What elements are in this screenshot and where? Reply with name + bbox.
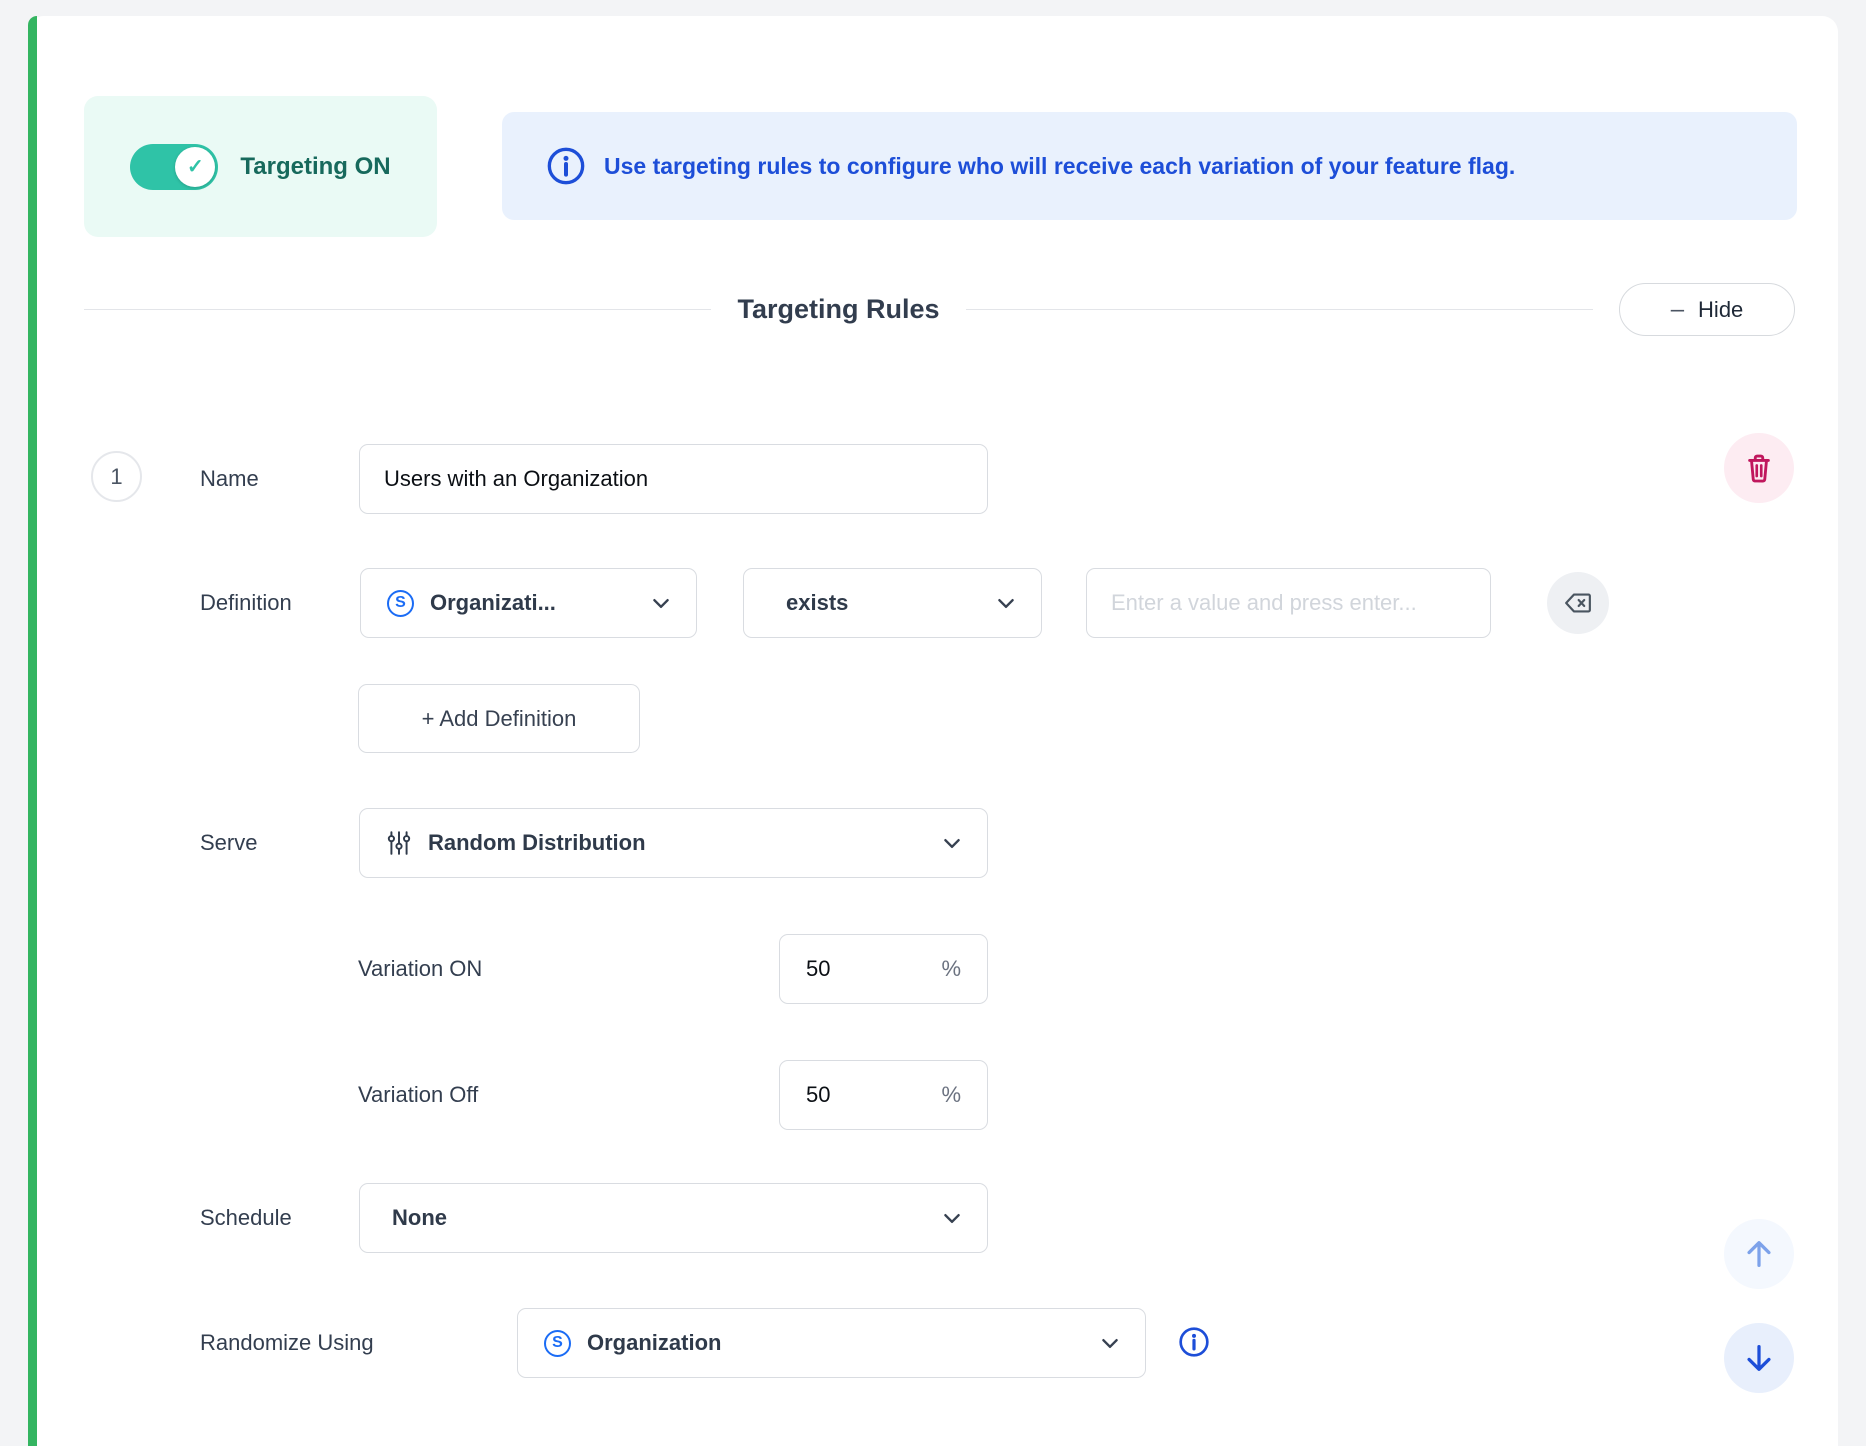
percent-sign: % [941,956,961,982]
variation-off-value: 50 [806,1082,830,1108]
percent-sign: % [941,1082,961,1108]
move-rule-down-button[interactable] [1724,1323,1794,1393]
section-header: Targeting Rules – Hide [84,283,1795,336]
add-definition-button[interactable]: + Add Definition [358,684,640,753]
targeting-status-label: Targeting ON [240,153,390,181]
targeting-card: ✓ Targeting ON Use targeting rules to co… [28,16,1838,1446]
clear-value-button[interactable] [1547,572,1609,634]
definition-value-input[interactable] [1086,568,1491,638]
schedule-value: None [386,1205,927,1231]
move-rule-up-button[interactable] [1724,1219,1794,1289]
delete-rule-button[interactable] [1724,433,1794,503]
variation-off-input[interactable]: 50 % [779,1060,988,1130]
chevron-down-icon [1101,1338,1119,1349]
serve-label: Serve [200,808,257,878]
rule-name-input[interactable] [359,444,988,514]
info-banner: Use targeting rules to configure who wil… [502,112,1797,220]
statsig-s-icon: S [544,1330,571,1357]
schedule-dropdown[interactable]: None [359,1183,988,1253]
targeting-toggle[interactable]: ✓ [130,144,218,190]
divider-line-right [966,309,1593,310]
rule-number-badge: 1 [91,451,142,502]
chevron-down-icon [997,598,1015,609]
variation-on-input[interactable]: 50 % [779,934,988,1004]
info-icon [546,146,586,186]
accent-bar [28,16,37,1446]
statsig-s-icon: S [387,590,414,617]
randomize-value: Organization [587,1330,1085,1356]
sliders-icon [386,830,412,856]
arrow-up-icon [1742,1237,1776,1271]
randomize-using-label: Randomize Using [200,1308,374,1378]
info-icon [1178,1326,1210,1358]
chevron-down-icon [943,1213,961,1224]
operator-value: exists [770,590,981,616]
randomize-dropdown[interactable]: S Organization [517,1308,1146,1378]
name-label: Name [200,444,259,514]
trash-icon [1744,452,1774,485]
serve-dropdown[interactable]: Random Distribution [359,808,988,878]
serve-value: Random Distribution [428,830,927,856]
variation-on-label: Variation ON [358,934,482,1004]
variation-on-value: 50 [806,956,830,982]
targeting-toggle-box: ✓ Targeting ON [84,96,437,237]
divider-line-left [84,309,711,310]
backspace-icon [1564,592,1592,614]
check-icon: ✓ [175,147,215,187]
definition-label: Definition [200,568,292,638]
arrow-down-icon [1742,1341,1776,1375]
minus-icon: – [1671,298,1684,322]
targeting-rules-heading: Targeting Rules [737,294,939,325]
schedule-label: Schedule [200,1183,292,1253]
chevron-down-icon [652,598,670,609]
attribute-dropdown[interactable]: S Organizati... [360,568,697,638]
chevron-down-icon [943,838,961,849]
hide-button[interactable]: – Hide [1619,283,1795,336]
attribute-value: Organizati... [430,590,636,616]
banner-text: Use targeting rules to configure who wil… [604,153,1515,180]
operator-dropdown[interactable]: exists [743,568,1042,638]
hide-label: Hide [1698,297,1743,323]
variation-off-label: Variation Off [358,1060,478,1130]
randomize-info-button[interactable] [1178,1326,1210,1358]
